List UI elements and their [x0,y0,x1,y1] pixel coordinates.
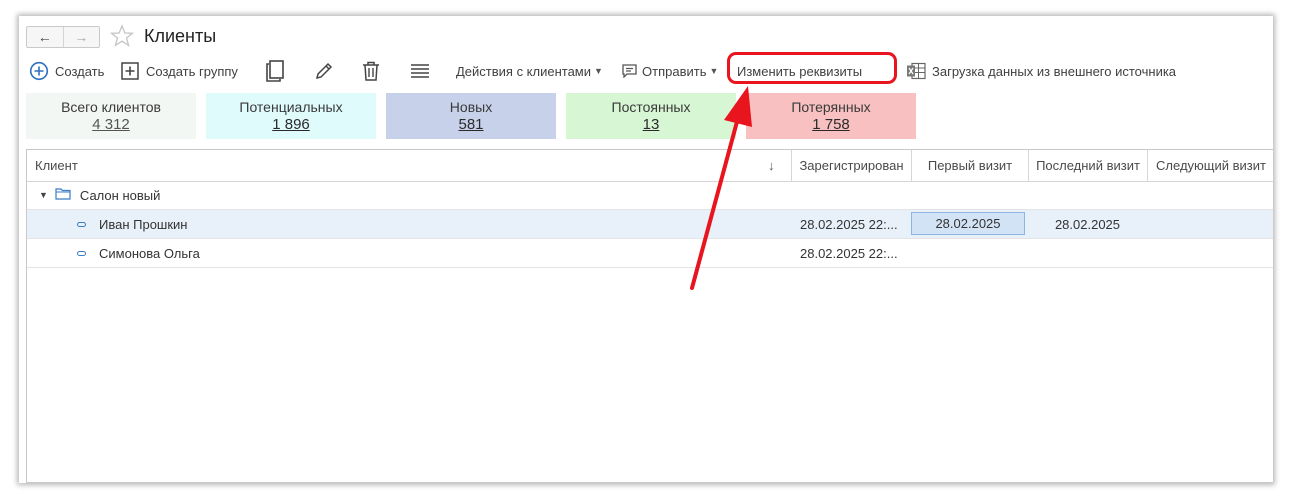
column-next-visit[interactable]: Следующий визит [1147,150,1274,181]
tile-label: Постоянных [611,99,691,115]
column-registered[interactable]: Зарегистрирован [791,150,911,181]
clients-table: Клиент ↓ Зарегистрирован Первый визит По… [26,149,1273,483]
client-actions-menu[interactable]: Действия с клиентами ▼ [456,59,603,83]
favorite-star-icon[interactable] [109,24,135,48]
trash-icon [362,61,380,81]
create-group-label: Создать группу [146,63,238,79]
column-client-label: Клиент [35,158,78,173]
tile-label: Потерянных [791,99,871,115]
list-icon [410,63,430,79]
table-header: Клиент ↓ Зарегистрирован Первый визит По… [27,150,1273,182]
forward-button[interactable]: → [62,27,100,47]
folder-icon [55,187,71,203]
tile-label: Новых [449,99,493,115]
page-title: Клиенты [144,26,217,46]
tile-value[interactable]: 1 758 [746,115,916,135]
list-mode-button[interactable] [410,59,430,83]
tile-value[interactable]: 1 896 [206,115,376,135]
copy-icon [265,60,285,82]
plus-square-icon [121,62,139,80]
group-name: Салон новый [79,187,161,203]
column-first-visit[interactable]: Первый визит [911,150,1028,181]
first-visit-cell[interactable]: 28.02.2025 [911,212,1025,235]
chevron-down-icon: ▼ [709,66,719,76]
client-item-icon [77,221,86,227]
expand-triangle-icon[interactable]: ▼ [39,190,48,200]
pencil-icon [314,61,334,81]
create-label: Создать [55,63,105,79]
sort-down-icon[interactable]: ↓ [768,158,775,173]
next-visit-cell[interactable] [1147,210,1274,238]
group-row[interactable]: ▼ Салон новый [27,181,1273,210]
registered-cell[interactable]: 28.02.2025 22:... [800,210,898,238]
tile-regular: Постоянных 13 [566,93,736,139]
column-last-visit[interactable]: Последний визит [1028,150,1147,181]
toolbar: Создать Создать группу Действия с клиент… [19,59,1273,83]
table-row[interactable]: Иван Прошкин 28.02.2025 22:... 28.02.202… [27,210,1273,239]
tile-label: Потенциальных [239,99,343,115]
client-name: Иван Прошкин [99,216,188,232]
plus-circle-icon [29,61,49,81]
column-first-visit-label: Первый визит [927,158,1013,173]
client-item-icon [77,250,86,256]
column-next-visit-label: Следующий визит [1156,158,1266,173]
highlight-annotation [727,52,897,84]
tile-value[interactable]: 13 [566,115,736,135]
create-group-button[interactable]: Создать группу [121,59,238,83]
column-registered-label: Зарегистрирован [799,158,904,173]
client-name: Симонова Ольга [99,245,200,261]
client-actions-label: Действия с клиентами [456,63,592,79]
tile-label: Всего клиентов [61,99,161,115]
first-visit-cell[interactable] [911,239,1028,267]
edit-button[interactable] [314,59,334,83]
spreadsheet-icon [906,62,926,80]
chevron-down-icon: ▼ [594,66,603,76]
delete-button[interactable] [362,59,380,83]
send-menu[interactable]: Отправить ▼ [622,59,718,83]
back-button[interactable]: ← [27,27,63,47]
tile-lost: Потерянных 1 758 [746,93,916,139]
column-client[interactable]: Клиент [27,150,791,181]
navigation-buttons: ← → [26,26,100,48]
last-visit-cell[interactable]: 28.02.2025 [1028,210,1147,238]
load-external-data-button[interactable]: Загрузка данных из внешнего источника [906,59,1176,83]
create-button[interactable]: Создать [29,59,104,83]
registered-cell[interactable]: 28.02.2025 22:... [800,239,898,267]
tile-value[interactable]: 4 312 [26,115,196,135]
tile-new: Новых 581 [386,93,556,139]
table-row[interactable]: Симонова Ольга 28.02.2025 22:... [27,239,1273,268]
clients-window: ← → Клиенты Создать Создать группу Дейст… [19,16,1273,483]
tile-potential: Потенциальных 1 896 [206,93,376,139]
send-label: Отправить [642,63,707,79]
last-visit-cell[interactable] [1028,239,1147,267]
tile-value[interactable]: 581 [386,115,556,135]
tile-all-clients: Всего клиентов 4 312 [26,93,196,139]
copy-button[interactable] [265,59,285,83]
next-visit-cell[interactable] [1147,239,1274,267]
column-last-visit-label: Последний визит [1036,158,1140,173]
message-icon [622,64,637,78]
load-external-data-label: Загрузка данных из внешнего источника [932,63,1177,79]
